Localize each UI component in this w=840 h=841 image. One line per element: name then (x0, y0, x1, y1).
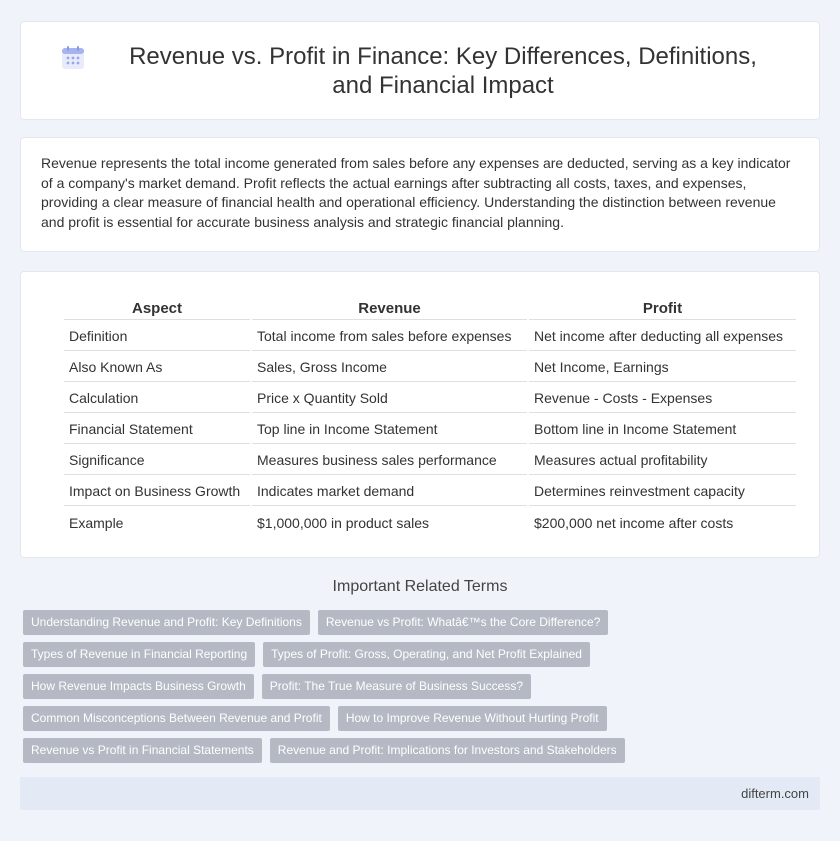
header-aspect: Aspect (64, 296, 250, 320)
header-revenue: Revenue (252, 296, 527, 320)
cell-profit: Determines reinvestment capacity (529, 477, 796, 506)
title-card: Revenue vs. Profit in Finance: Key Diffe… (20, 21, 820, 120)
cell-revenue: Top line in Income Statement (252, 415, 527, 444)
comparison-table-card: Aspect Revenue Profit Definition Total i… (20, 271, 820, 558)
cell-aspect: Significance (64, 446, 250, 475)
cell-aspect: Definition (64, 322, 250, 351)
table-row: Significance Measures business sales per… (64, 446, 796, 475)
title-wrap: Revenue vs. Profit in Finance: Key Diffe… (60, 42, 780, 100)
intro-card: Revenue represents the total income gene… (20, 137, 820, 252)
related-term-link[interactable]: Revenue vs Profit in Financial Statement… (23, 738, 262, 763)
related-term-link[interactable]: How Revenue Impacts Business Growth (23, 674, 254, 699)
table-row: Financial Statement Top line in Income S… (64, 415, 796, 444)
related-term-link[interactable]: Types of Revenue in Financial Reporting (23, 642, 256, 667)
related-term-link[interactable]: Revenue and Profit: Implications for Inv… (269, 738, 625, 763)
cell-aspect: Financial Statement (64, 415, 250, 444)
table-row: Definition Total income from sales befor… (64, 322, 796, 351)
cell-revenue: $1,000,000 in product sales (257, 514, 430, 531)
cell-profit: Net income after deducting all expenses (529, 322, 796, 351)
table-row: Example $1,000,000 in product sales $200… (64, 508, 796, 537)
table-row: Impact on Business Growth Indicates mark… (64, 477, 796, 506)
related-terms-list: Understanding Revenue and Profit: Key De… (23, 610, 823, 763)
header-profit: Profit (529, 296, 796, 320)
calendar-icon (60, 42, 106, 76)
cell-profit: Net Income, Earnings (529, 353, 796, 382)
related-term-link[interactable]: Types of Profit: Gross, Operating, and N… (263, 642, 590, 667)
cell-aspect: Example (69, 514, 124, 531)
related-terms-heading: Important Related Terms (332, 578, 508, 595)
cell-revenue: Indicates market demand (252, 477, 527, 506)
cell-revenue: Total income from sales before expenses (252, 322, 527, 351)
table-row: Calculation Price x Quantity Sold Revenu… (64, 384, 796, 413)
cell-profit: $200,000 net income after costs (534, 514, 734, 531)
table-row: Also Known As Sales, Gross Income Net In… (64, 353, 796, 382)
cell-profit: Measures actual profitability (529, 446, 796, 475)
cell-aspect: Also Known As (64, 353, 250, 382)
cell-profit: Revenue - Costs - Expenses (529, 384, 796, 413)
related-term-link[interactable]: Understanding Revenue and Profit: Key De… (23, 610, 310, 635)
related-term-link[interactable]: How to Improve Revenue Without Hurting P… (337, 706, 607, 731)
cell-revenue: Sales, Gross Income (252, 353, 527, 382)
table-header-row: Aspect Revenue Profit (64, 296, 796, 320)
related-term-link[interactable]: Revenue vs Profit: Whatâ€™s the Core Dif… (317, 610, 609, 635)
footer: difterm.com (20, 777, 820, 810)
cell-aspect: Calculation (64, 384, 250, 413)
intro-paragraph: Revenue represents the total income gene… (41, 155, 791, 230)
related-term-link[interactable]: Common Misconceptions Between Revenue an… (23, 706, 330, 731)
footer-site-link[interactable]: difterm.com (741, 786, 809, 801)
cell-profit: Bottom line in Income Statement (529, 415, 796, 444)
cell-revenue: Price x Quantity Sold (252, 384, 527, 413)
related-term-link[interactable]: Profit: The True Measure of Business Suc… (261, 674, 531, 699)
cell-revenue: Measures business sales performance (252, 446, 527, 475)
cell-aspect: Impact on Business Growth (64, 477, 250, 506)
page-title: Revenue vs. Profit in Finance: Key Diffe… (129, 42, 757, 99)
comparison-table: Aspect Revenue Profit Definition Total i… (62, 294, 798, 539)
